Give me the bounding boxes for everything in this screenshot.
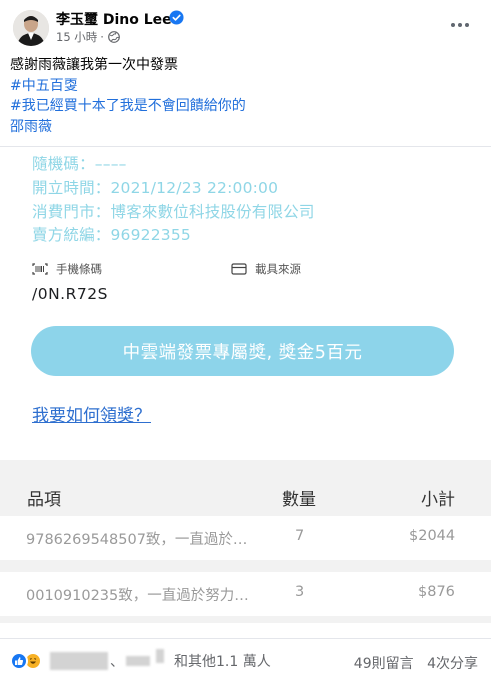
post-meta: 15 小時 · (56, 29, 120, 45)
phone-barcode-label: 手機條碼 (56, 262, 102, 276)
post-text: 感謝雨薇讓我第一次中發票 #中五百㪅 #我已經買十本了我是不會回饋給你的 邵雨薇 (10, 55, 246, 137)
header-subtotal: 小計 (421, 490, 455, 510)
comments-count[interactable]: 49則留言 (354, 656, 414, 672)
hashtag-link[interactable]: 邵雨薇 (10, 117, 246, 138)
store-name: 消費門市：博客來數位科技股份有限公司 (32, 203, 315, 221)
post-header: 李玉璽 Dino Lee 15 小時 · (0, 0, 491, 52)
post-time[interactable]: 15 小時 (56, 29, 97, 45)
post-line-1: 感謝雨薇讓我第一次中發票 (10, 57, 178, 73)
reactions-summary[interactable]: 、 和其他1.1 萬人 (10, 649, 271, 672)
shares-count[interactable]: 4次分享 (427, 656, 478, 672)
hashtag-link[interactable]: #我已經買十本了我是不會回饋給你的 (10, 96, 246, 117)
item-subtotal: $876 (418, 584, 455, 600)
globe-icon (108, 31, 120, 43)
header-item: 品項 (27, 490, 61, 510)
claim-prize-link[interactable]: 我要如何領獎？ (32, 401, 151, 426)
item-name: 9786269548507致，一直過於… (26, 532, 248, 548)
item-subtotal: $2044 (409, 528, 456, 544)
carrier-source-row: 載具來源 (231, 261, 301, 277)
carrier-source-label: 載具來源 (255, 262, 301, 276)
post-stats: 49則留言 4次分享 (354, 653, 478, 673)
blurred-name (156, 649, 164, 663)
divider (0, 638, 491, 639)
more-options-icon (451, 23, 469, 27)
blurred-name (50, 652, 108, 670)
avatar[interactable] (13, 10, 49, 46)
blurred-name (126, 656, 150, 666)
phone-barcode-label-row: 手機條碼 (32, 261, 108, 277)
phone-barcode-block: 手機條碼 /0N.R72S (32, 261, 108, 303)
card-icon (231, 263, 247, 275)
item-name: 0010910235致，一直過於努力… (26, 588, 249, 604)
table-row: 0010910235致，一直過於努力… 3 $876 (0, 572, 491, 616)
random-code: 隨機碼：–––– (32, 155, 127, 173)
prize-button[interactable]: 中雲端發票專屬獎, 獎金5百元 (31, 326, 454, 376)
like-reaction-icon (10, 652, 28, 670)
divider (0, 146, 491, 147)
hashtag-link[interactable]: #中五百㪅 (10, 76, 246, 97)
meta-separator: · (100, 30, 104, 44)
header-qty: 數量 (282, 490, 316, 510)
name-separator: 、 (110, 654, 124, 670)
more-options-button[interactable] (447, 12, 473, 38)
reaction-count[interactable]: 和其他1.1 萬人 (174, 651, 271, 671)
barcode-icon (32, 263, 48, 275)
table-row: 9786269548507致，一直過於… 7 $2044 (0, 516, 491, 560)
phone-barcode-value: /0N.R72S (32, 285, 108, 303)
verified-badge-icon (169, 10, 184, 25)
issue-time: 開立時間：2021/12/23 22:00:00 (32, 179, 279, 197)
seller-id: 賣方統編：96922355 (32, 226, 191, 244)
item-qty: 3 (295, 584, 305, 600)
receipt-bottom (0, 623, 491, 639)
item-qty: 7 (295, 528, 305, 544)
items-table: 品項 數量 小計 9786269548507致，一直過於… 7 $2044 00… (0, 460, 491, 623)
author-name[interactable]: 李玉璽 Dino Lee (56, 9, 172, 29)
